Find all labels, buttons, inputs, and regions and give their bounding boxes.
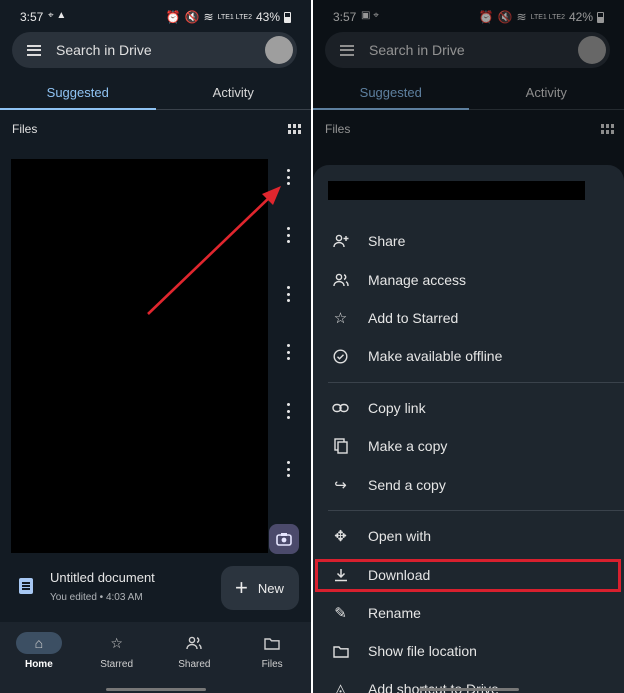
menu-item-open-with[interactable]: ✥ Open with (313, 517, 624, 555)
folder-icon (313, 645, 368, 658)
menu-item-manage-access[interactable]: Manage access (313, 261, 624, 299)
menu-divider (328, 382, 624, 383)
star-icon: ☆ (333, 310, 348, 327)
open-with-icon: ✥ (334, 528, 347, 545)
menu-item-add-to-starred[interactable]: ☆ Add to Starred (313, 299, 624, 337)
gesture-bar (418, 688, 519, 691)
drive-home-screen: 3:57 ⌖ ▲ ⏰ 🔇 ≋ LTE1 LTE2 43% Search in D… (0, 0, 311, 693)
add-person-icon (313, 234, 368, 248)
copy-icon (313, 438, 368, 454)
link-icon (313, 403, 368, 413)
menu-item-send-copy[interactable]: ↪ Send a copy (313, 466, 624, 504)
send-icon: ↪ (334, 477, 347, 494)
menu-item-make-copy[interactable]: Make a copy (313, 427, 624, 465)
edit-icon: ✎ (334, 605, 347, 622)
people-icon (313, 273, 368, 287)
offline-icon (313, 348, 368, 364)
menu-item-rename[interactable]: ✎ Rename (313, 594, 624, 632)
redacted-file-name (328, 181, 585, 200)
download-highlight-box (315, 559, 621, 592)
menu-divider (328, 510, 624, 511)
menu-item-copy-link[interactable]: Copy link (313, 389, 624, 427)
file-options-sheet: Share Manage access ☆ Add to Starred Mak… (313, 165, 624, 693)
drive-file-menu-screen: 3:57 ▣ ⌖ ⏰ 🔇 ≋ LTE1 LTE2 42% Search in D… (313, 0, 624, 693)
menu-item-make-offline[interactable]: Make available offline (313, 337, 624, 375)
menu-item-share[interactable]: Share (313, 222, 624, 260)
menu-item-show-location[interactable]: Show file location (313, 632, 624, 670)
annotation-arrow (147, 186, 281, 315)
shortcut-icon: ◬ (334, 681, 347, 693)
